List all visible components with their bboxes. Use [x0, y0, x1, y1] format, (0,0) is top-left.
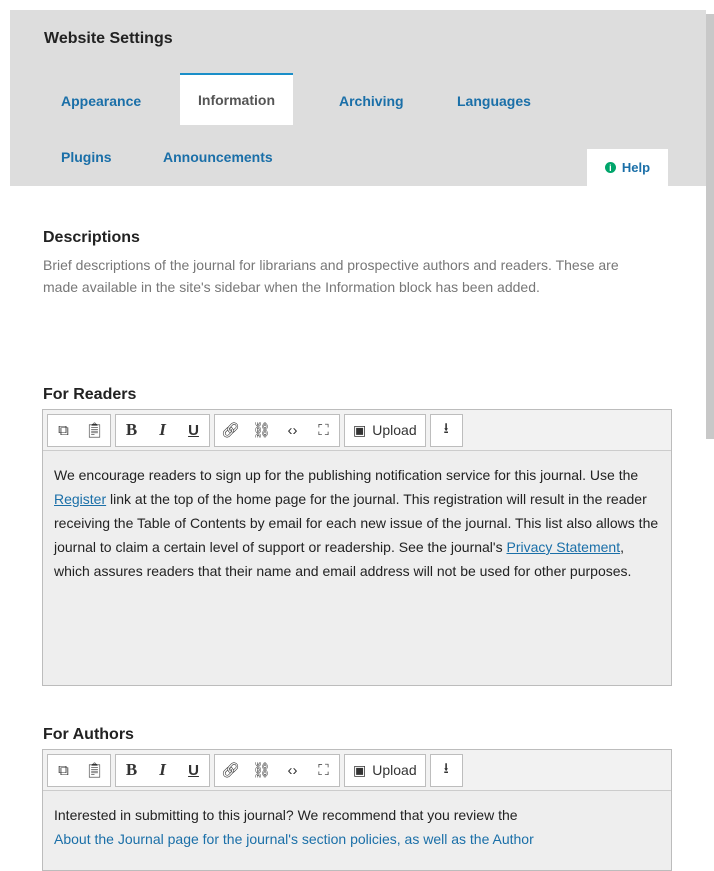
settings-header: Website Settings Appearance Information …: [10, 10, 706, 186]
tab-languages[interactable]: Languages: [457, 93, 531, 109]
page-title: Website Settings: [44, 30, 173, 47]
upload-file-icon[interactable]: ⭳: [431, 755, 462, 786]
image-icon: ▣: [353, 761, 367, 778]
code-icon[interactable]: ‹›: [277, 415, 308, 446]
scrollbar-thumb[interactable]: [706, 14, 714, 439]
bold-icon[interactable]: B: [116, 755, 147, 786]
scrollbar[interactable]: [706, 0, 714, 846]
for-authors-editor[interactable]: ⧉ 📋︎ B I U 🔗︎ ⛓ ‹› ⛶ ▣ Upload ⭳ Interest…: [42, 749, 672, 871]
tab-appearance[interactable]: Appearance: [61, 93, 141, 109]
bold-icon[interactable]: B: [116, 415, 147, 446]
underline-icon[interactable]: U: [178, 415, 209, 446]
image-icon: ▣: [353, 421, 367, 438]
register-link[interactable]: Register: [54, 491, 106, 507]
help-label: Help: [621, 160, 651, 175]
code-icon[interactable]: ‹›: [277, 755, 308, 786]
privacy-statement-link[interactable]: Privacy Statement: [506, 539, 620, 555]
link-group: 🔗︎ ⛓ ‹› ⛶: [214, 753, 340, 787]
image-upload-button[interactable]: ▣ Upload: [345, 755, 425, 786]
readers-text-1: We encourage readers to sign up for the …: [54, 467, 639, 483]
tab-plugins[interactable]: Plugins: [61, 149, 112, 165]
for-readers-content[interactable]: We encourage readers to sign up for the …: [43, 451, 671, 597]
link-icon[interactable]: 🔗︎: [215, 415, 246, 446]
tab-information[interactable]: Information: [180, 73, 293, 125]
upload-group: ▣ Upload: [344, 413, 426, 447]
upload-group: ▣ Upload: [344, 753, 426, 787]
authors-text-2: About the Journal page for the journal's…: [54, 831, 534, 847]
format-group: B I U: [115, 753, 210, 787]
for-authors-content[interactable]: Interested in submitting to this journal…: [43, 791, 671, 865]
link-icon[interactable]: 🔗︎: [215, 755, 246, 786]
tab-announcements[interactable]: Announcements: [163, 149, 273, 165]
copy-icon[interactable]: ⧉: [48, 415, 79, 446]
upload-label: Upload: [372, 422, 417, 438]
link-group: 🔗︎ ⛓ ‹› ⛶: [214, 413, 340, 447]
paste-icon[interactable]: 📋︎: [79, 415, 110, 446]
fullscreen-icon[interactable]: ⛶: [308, 415, 339, 446]
format-group: B I U: [115, 413, 210, 447]
unlink-icon[interactable]: ⛓: [246, 415, 277, 446]
copy-icon[interactable]: ⧉: [48, 755, 79, 786]
help-button[interactable]: i Help: [587, 149, 668, 186]
file-group: ⭳: [429, 753, 463, 787]
descriptions-heading: Descriptions: [43, 229, 140, 246]
fullscreen-icon[interactable]: ⛶: [308, 755, 339, 786]
clipboard-group: ⧉ 📋︎: [47, 413, 111, 447]
tab-archiving[interactable]: Archiving: [339, 93, 404, 109]
for-authors-label: For Authors: [43, 726, 134, 743]
for-readers-label: For Readers: [43, 386, 137, 403]
underline-icon[interactable]: U: [178, 755, 209, 786]
editor-toolbar: ⧉ 📋︎ B I U 🔗︎ ⛓ ‹› ⛶ ▣ Upload ⭳: [43, 750, 671, 791]
italic-icon[interactable]: I: [147, 415, 178, 446]
image-upload-button[interactable]: ▣ Upload: [345, 415, 425, 446]
info-icon: i: [604, 162, 616, 173]
clipboard-group: ⧉ 📋︎: [47, 753, 111, 787]
editor-toolbar: ⧉ 📋︎ B I U 🔗︎ ⛓ ‹› ⛶ ▣ Upload ⭳: [43, 410, 671, 451]
for-readers-editor[interactable]: ⧉ 📋︎ B I U 🔗︎ ⛓ ‹› ⛶ ▣ Upload ⭳ We encou…: [42, 409, 672, 686]
paste-icon[interactable]: 📋︎: [79, 755, 110, 786]
upload-file-icon[interactable]: ⭳: [431, 415, 462, 446]
descriptions-text: Brief descriptions of the journal for li…: [43, 257, 619, 295]
upload-label: Upload: [372, 762, 417, 778]
unlink-icon[interactable]: ⛓: [246, 755, 277, 786]
italic-icon[interactable]: I: [147, 755, 178, 786]
authors-text-1: Interested in submitting to this journal…: [54, 807, 518, 823]
file-group: ⭳: [429, 413, 463, 447]
